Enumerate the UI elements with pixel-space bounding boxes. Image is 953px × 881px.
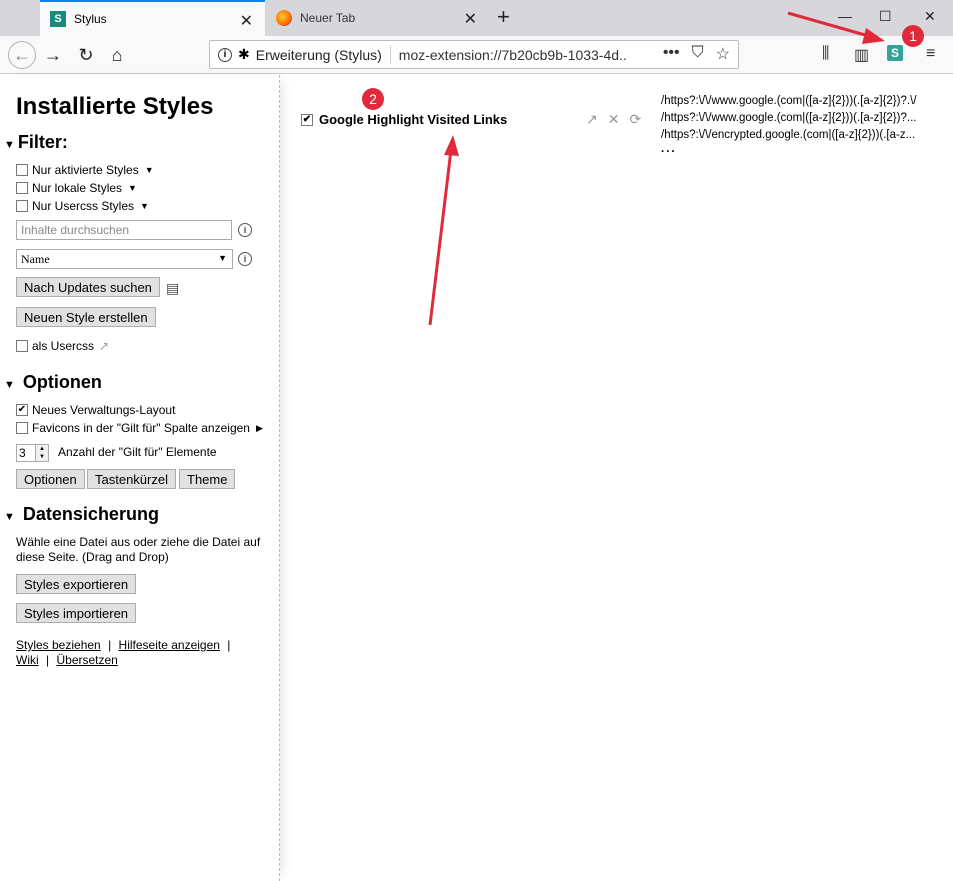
- new-style-button[interactable]: Neuen Style erstellen: [16, 307, 156, 327]
- applies-to-item: /https?:\/\/www.google.(com|([a-z]{2}))(…: [661, 95, 917, 107]
- sidebar-toggle-icon[interactable]: ▥: [854, 45, 869, 65]
- filter-local-only[interactable]: Nur lokale Styles ▼: [16, 181, 137, 195]
- close-tab-icon[interactable]: ✕: [240, 11, 253, 31]
- style-actions: ↗ ✕ ⟳: [586, 111, 641, 128]
- checkbox[interactable]: [16, 200, 28, 212]
- checkbox-checked[interactable]: ✔: [16, 404, 28, 416]
- chevron-down-icon: ▼: [218, 253, 227, 263]
- page-actions-icon[interactable]: •••: [663, 44, 680, 64]
- url-bar[interactable]: i ✱ Erweiterung (Stylus) moz-extension:/…: [209, 40, 739, 69]
- theme-button[interactable]: Theme: [179, 469, 236, 489]
- identity-label: Erweiterung (Stylus): [255, 46, 382, 63]
- new-layout-option[interactable]: ✔ Neues Verwaltungs-Layout: [16, 403, 175, 417]
- tab-stylus[interactable]: S Stylus ✕: [40, 0, 265, 36]
- caret-down-icon[interactable]: ▼: [128, 183, 137, 193]
- applies-to-more[interactable]: ...: [661, 143, 923, 154]
- separator: |: [108, 638, 112, 652]
- style-enabled-checkbox[interactable]: ✔: [301, 113, 313, 126]
- external-link-icon[interactable]: ↗: [99, 339, 109, 353]
- back-arrow-icon[interactable]: ←: [8, 41, 36, 69]
- as-usercss-toggle[interactable]: als Usercss ↗: [16, 339, 109, 353]
- sort-help-icon[interactable]: i: [238, 252, 252, 266]
- library-icon[interactable]: ⫼: [822, 45, 829, 63]
- bookmark-star-icon[interactable]: ☆: [716, 44, 730, 64]
- help-link[interactable]: Hilfeseite anzeigen: [119, 638, 220, 652]
- shortcuts-button[interactable]: Tastenkürzel: [87, 469, 176, 489]
- style-name[interactable]: Google Highlight Visited Links: [319, 112, 507, 127]
- forward-arrow-icon[interactable]: →: [40, 42, 66, 68]
- caret-right-icon[interactable]: ▶: [256, 423, 263, 434]
- arrow-2-head: [444, 135, 459, 156]
- info-icon[interactable]: i: [218, 47, 232, 62]
- home-icon[interactable]: ⌂: [104, 42, 130, 68]
- translate-link[interactable]: Übersetzen: [56, 653, 117, 667]
- expand-triangle-icon: ▼: [4, 511, 15, 523]
- window-close-icon[interactable]: ✕: [924, 8, 936, 25]
- favicons-option[interactable]: Favicons in der "Gilt für" Spalte anzeig…: [16, 421, 263, 435]
- update-history-icon[interactable]: ▤: [166, 280, 179, 297]
- check-updates-button[interactable]: Nach Updates suchen: [16, 277, 160, 297]
- stylus-toolbar-icon[interactable]: S: [887, 45, 903, 61]
- applies-to-item: /https?:\/\/www.google.(com|([a-z]{2}))(…: [661, 112, 917, 124]
- url-text[interactable]: moz-extension://7b20cb9b-1033-4d...: [399, 47, 627, 63]
- import-button[interactable]: Styles importieren: [16, 603, 137, 623]
- puzzle-icon: ✱: [238, 46, 250, 62]
- search-help-icon[interactable]: i: [238, 223, 252, 237]
- checkbox[interactable]: [16, 182, 28, 194]
- checkbox[interactable]: [16, 422, 28, 434]
- external-link-icon[interactable]: ↗: [586, 111, 598, 128]
- expand-triangle-icon: ▼: [4, 379, 15, 391]
- reload-icon[interactable]: ↻: [73, 42, 99, 68]
- url-separator: [389, 45, 391, 64]
- menu-icon[interactable]: ≡: [926, 45, 935, 63]
- footer-links-row1: Styles beziehen | Hilfeseite anzeigen |: [16, 638, 234, 652]
- spinner-arrows-icon[interactable]: ▲ ▼: [35, 445, 48, 461]
- sort-select[interactable]: Name ▼: [16, 249, 233, 269]
- caret-down-icon[interactable]: ▼: [145, 165, 154, 175]
- separator: |: [46, 653, 50, 667]
- new-tab-plus-icon[interactable]: +: [497, 4, 510, 30]
- separator: |: [227, 638, 231, 652]
- arrow-2: [428, 149, 453, 326]
- check-update-icon[interactable]: ⟳: [629, 111, 641, 128]
- applies-count-spinner[interactable]: 3 ▲ ▼: [16, 444, 49, 462]
- checkbox[interactable]: [16, 340, 28, 352]
- applies-to-item: /https?:\/\/encrypted.google.(com|([a-z]…: [661, 129, 916, 141]
- options-heading[interactable]: ▼ Optionen: [4, 372, 102, 393]
- checkbox[interactable]: [16, 164, 28, 176]
- annotation-badge-2: 2: [362, 88, 384, 110]
- get-styles-link[interactable]: Styles beziehen: [16, 638, 101, 652]
- minimize-icon[interactable]: —: [838, 8, 852, 24]
- pocket-icon[interactable]: ⛉: [692, 44, 704, 64]
- export-button[interactable]: Styles exportieren: [16, 574, 137, 594]
- page-title: Installierte Styles: [16, 93, 214, 120]
- filter-enabled-only[interactable]: Nur aktivierte Styles ▼: [16, 163, 154, 177]
- filter-heading[interactable]: ▼ Filter:: [4, 132, 68, 153]
- search-input[interactable]: Inhalte durchsuchen: [16, 220, 232, 240]
- navigation-bar: ← → ↻ ⌂ i ✱ Erweiterung (Stylus) moz-ext…: [0, 36, 953, 74]
- style-entry[interactable]: ✔ Google Highlight Visited Links: [301, 112, 507, 127]
- backup-description: Wähle eine Datei aus oder ziehe die Date…: [16, 535, 261, 564]
- applies-count-label: Anzahl der "Gilt für" Elemente: [58, 445, 217, 459]
- wiki-link[interactable]: Wiki: [16, 653, 39, 667]
- close-tab-icon[interactable]: ✕: [464, 9, 477, 29]
- annotation-badge-1: 1: [902, 25, 924, 47]
- options-button[interactable]: Optionen: [16, 469, 85, 489]
- maximize-icon[interactable]: ☐: [879, 8, 892, 25]
- tab-title: Neuer Tab: [300, 11, 356, 25]
- applies-to-list: /https?:\/\/www.google.(com|([a-z]{2}))(…: [661, 93, 923, 154]
- expand-triangle-icon: ▼: [4, 139, 15, 151]
- firefox-icon: [276, 10, 292, 26]
- tab-title: Stylus: [74, 12, 107, 26]
- caret-down-icon[interactable]: ▼: [140, 201, 149, 211]
- tab-new-tab[interactable]: Neuer Tab ✕: [266, 0, 489, 36]
- manage-sidebar: Installierte Styles ▼ Filter: Nur aktivie…: [0, 75, 280, 881]
- delete-icon[interactable]: ✕: [608, 111, 620, 128]
- footer-links-row2: Wiki | Übersetzen: [16, 653, 118, 667]
- filter-usercss-only[interactable]: Nur Usercss Styles ▼: [16, 199, 149, 213]
- tab-bar: S Stylus ✕ Neuer Tab ✕ + — ☐ ✕: [0, 0, 953, 36]
- backup-heading[interactable]: ▼ Datensicherung: [4, 504, 159, 525]
- stylus-favicon-icon: S: [50, 11, 66, 27]
